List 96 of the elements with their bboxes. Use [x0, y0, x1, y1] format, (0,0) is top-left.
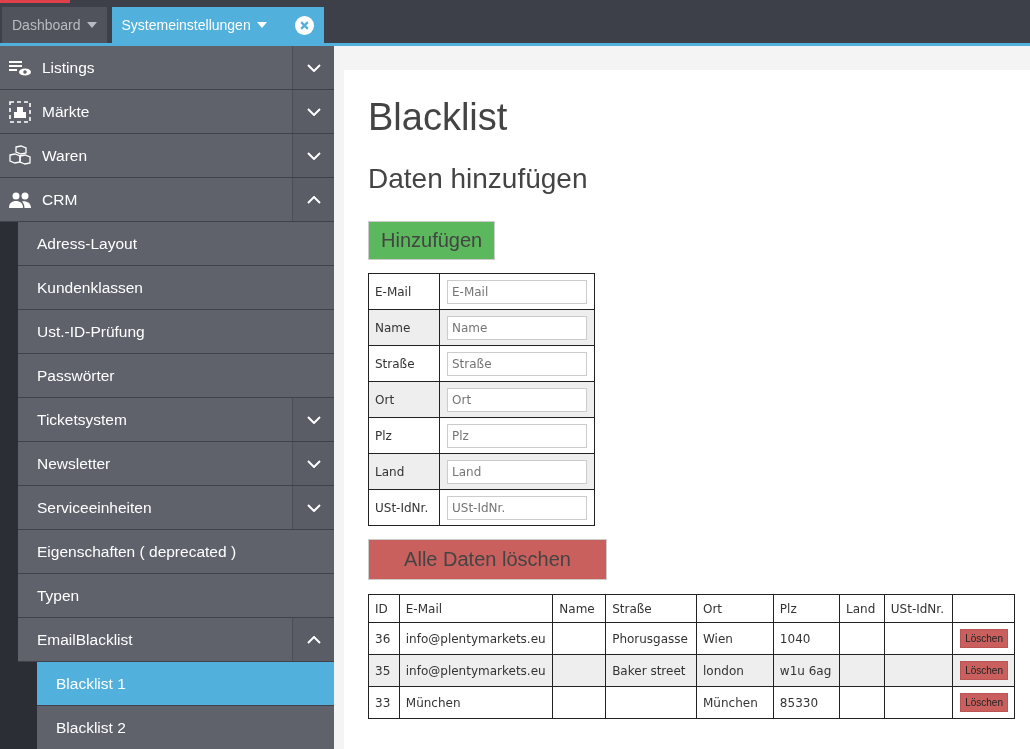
chevron-icon [306, 195, 321, 204]
sidebar-item-label: Typen [37, 586, 81, 605]
form-label: Land [368, 453, 440, 490]
table-cell: w1u 6ag [779, 663, 832, 678]
sidebar-item-label: Waren [42, 146, 89, 165]
sidebar-item-label: Listings [42, 58, 96, 77]
sidebar-item-label: Kundenklassen [37, 278, 144, 297]
column-header: Straße [605, 594, 697, 623]
form-label: Straße [368, 345, 440, 382]
sidebar-item[interactable]: Blacklist 2 [37, 706, 334, 749]
chevron-icon [306, 635, 321, 644]
expand-toggle[interactable] [292, 178, 334, 221]
chevron-icon [306, 459, 321, 468]
sidebar-item[interactable]: Passwörter [18, 354, 334, 398]
table-cell: info@plentymarkets.eu [405, 631, 546, 646]
sidebar-item[interactable]: Newsletter [18, 442, 334, 486]
sidebar-item-label: CRM [42, 190, 79, 209]
sidebar-item[interactable]: CRM [0, 178, 334, 222]
table-cell: 85330 [779, 695, 819, 710]
sidebar-item-label: Adress-Layout [37, 234, 138, 253]
add-button[interactable]: Hinzufügen [368, 221, 496, 260]
table-cell: München [405, 695, 461, 710]
table-cell: info@plentymarkets.eu [405, 663, 546, 678]
input-field[interactable]: Straße [447, 351, 587, 376]
input-field[interactable]: Ort [447, 387, 587, 412]
sidebar-item-label: Blacklist 2 [56, 718, 127, 737]
chevron-icon [306, 503, 321, 512]
sidebar-item[interactable]: Ust.-ID-Prüfung [18, 310, 334, 354]
column-header: Land [839, 594, 885, 623]
page-title: Blacklist [368, 96, 509, 139]
input-field[interactable]: USt-IdNr. [447, 495, 587, 520]
expand-toggle[interactable] [292, 618, 334, 661]
table-cell: Wien [703, 631, 733, 646]
table-cell: 35 [375, 663, 391, 678]
people-icon [8, 190, 32, 209]
boxes-icon [8, 144, 32, 167]
sidebar-item[interactable]: Eigenschaften ( deprecated ) [18, 530, 334, 574]
dashed-frame-icon [8, 99, 32, 124]
expand-toggle[interactable] [292, 442, 334, 485]
table-cell: 36 [375, 631, 391, 646]
section-heading: Daten hinzufügen [368, 163, 589, 195]
column-header: Name [552, 594, 606, 623]
table-cell: 1040 [779, 631, 811, 646]
sidebar-item[interactable]: EmailBlacklist [18, 618, 334, 662]
table-cell: Baker street [612, 663, 686, 678]
sidebar-item[interactable]: Waren [0, 134, 334, 178]
table-cell: Phorusgasse [612, 631, 688, 646]
sidebar-item-label: Newsletter [37, 454, 112, 473]
input-field[interactable]: Plz [447, 423, 587, 448]
sidebar-item[interactable]: Kundenklassen [18, 266, 334, 310]
table-cell: München [703, 695, 758, 710]
form-label: Plz [368, 417, 440, 454]
close-icon[interactable] [294, 15, 314, 35]
sidebar-item-label: Passwörter [37, 366, 116, 385]
delete-button[interactable]: Löschen [960, 629, 1008, 648]
tab[interactable]: Dashboard [2, 7, 107, 43]
sidebar-item-label: Blacklist 1 [56, 674, 127, 693]
column-header: Plz [773, 594, 840, 623]
caret-icon [256, 22, 267, 28]
expand-toggle[interactable] [292, 398, 334, 441]
chevron-icon [306, 415, 321, 424]
sidebar-item[interactable]: Ticketsystem [18, 398, 334, 442]
sidebar-item-label: Märkte [42, 102, 91, 121]
sidebar-item[interactable]: Typen [18, 574, 334, 618]
column-header: ID [368, 594, 400, 623]
chevron-icon [306, 151, 321, 160]
sidebar-item[interactable]: Adress-Layout [18, 222, 334, 266]
form-label: Ort [368, 381, 440, 418]
input-field[interactable]: Name [447, 315, 587, 340]
column-header: Ort [696, 594, 774, 623]
chevron-icon [306, 107, 321, 116]
expand-toggle[interactable] [292, 46, 334, 89]
table-cell: 33 [375, 695, 391, 710]
delete-button[interactable]: Löschen [960, 693, 1008, 712]
sidebar-item-label: Ust.-ID-Prüfung [37, 322, 146, 341]
sidebar-item[interactable]: Listings [0, 46, 334, 90]
sidebar-item[interactable]: Märkte [0, 90, 334, 134]
table-cell: london [703, 663, 744, 678]
expand-toggle[interactable] [292, 90, 334, 133]
expand-toggle[interactable] [292, 134, 334, 177]
sidebar-item-label: Serviceeinheiten [37, 498, 153, 517]
column-header: E-Mail [399, 594, 553, 623]
sidebar-item-label: EmailBlacklist [37, 630, 134, 649]
sidebar-item-label: Ticketsystem [37, 410, 128, 429]
sidebar-item-label: Eigenschaften ( deprecated ) [37, 542, 238, 561]
form-label: Name [368, 309, 440, 346]
form-label: USt-IdNr. [368, 489, 440, 526]
input-field[interactable]: E-Mail [447, 279, 587, 304]
input-field[interactable]: Land [447, 459, 587, 484]
caret-icon [86, 22, 97, 28]
column-header: USt-IdNr. [884, 594, 953, 623]
expand-toggle[interactable] [292, 486, 334, 529]
delete-button[interactable]: Löschen [960, 661, 1008, 680]
chevron-icon [306, 63, 321, 72]
form-label: E-Mail [368, 273, 440, 310]
sidebar-item[interactable]: Serviceeinheiten [18, 486, 334, 530]
